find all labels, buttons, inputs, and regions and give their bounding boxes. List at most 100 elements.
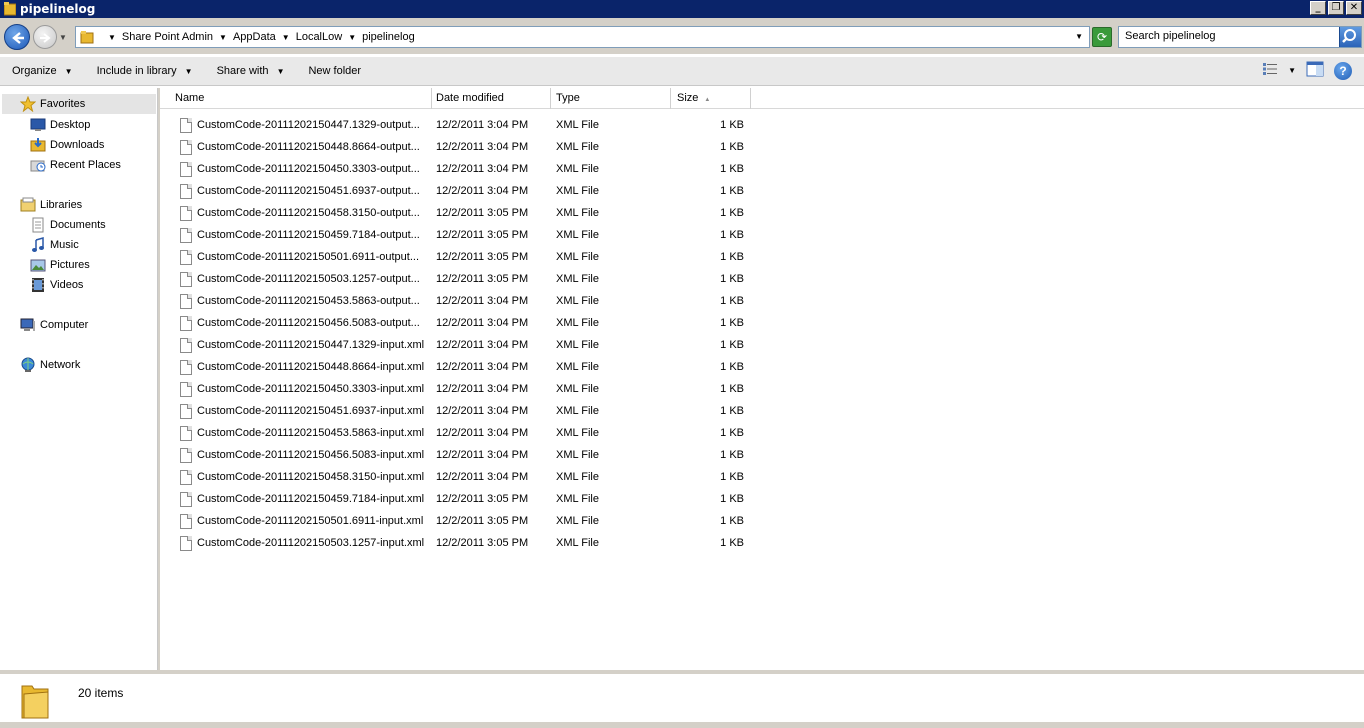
- forward-button[interactable]: [33, 25, 57, 49]
- nav-item-recent-places[interactable]: Recent Places: [30, 155, 121, 175]
- file-date-modified: 12/2/2011 3:04 PM: [436, 317, 529, 329]
- new-folder-label: New folder: [308, 65, 362, 77]
- documents-icon: [30, 217, 46, 233]
- refresh-button[interactable]: ⟳: [1092, 27, 1112, 47]
- close-button[interactable]: ✕: [1346, 1, 1362, 15]
- breadcrumb-item[interactable]: AppData: [233, 31, 276, 43]
- file-row[interactable]: CustomCode-20111202150456.5083-input.xml…: [160, 445, 760, 467]
- organize-button[interactable]: Organize ▼: [0, 57, 85, 85]
- nav-item-documents[interactable]: Documents: [30, 215, 106, 235]
- nav-item-downloads[interactable]: Downloads: [30, 135, 104, 155]
- file-name: CustomCode-20111202150448.8664-input.xml: [197, 361, 425, 373]
- nav-item-videos[interactable]: Videos: [30, 275, 83, 295]
- minimize-button[interactable]: _: [1310, 1, 1326, 15]
- navigation-bar: ▼ ▼ Share Point Admin ▼ AppData ▼ LocalL…: [0, 18, 1364, 54]
- file-row[interactable]: CustomCode-20111202150453.5863-output...…: [160, 291, 760, 313]
- file-row[interactable]: CustomCode-20111202150459.7184-output...…: [160, 225, 760, 247]
- file-row[interactable]: CustomCode-20111202150447.1329-output...…: [160, 115, 760, 137]
- folder-icon: [80, 30, 94, 44]
- videos-icon: [30, 277, 46, 293]
- share-with-button[interactable]: Share with ▼: [205, 57, 297, 85]
- nav-item-desktop[interactable]: Desktop: [30, 115, 90, 135]
- file-row[interactable]: CustomCode-20111202150451.6937-output...…: [160, 181, 760, 203]
- recent-places-icon: [30, 157, 46, 173]
- file-row[interactable]: CustomCode-20111202150501.6911-input.xml…: [160, 511, 760, 533]
- column-header-date-modified[interactable]: Date modified: [432, 88, 551, 109]
- help-icon[interactable]: ?: [1334, 61, 1352, 80]
- nav-item-computer[interactable]: Computer: [20, 315, 88, 335]
- address-bar[interactable]: ▼ Share Point Admin ▼ AppData ▼ LocalLow…: [75, 26, 1090, 48]
- column-date-label: Date modified: [436, 92, 504, 104]
- file-row[interactable]: CustomCode-20111202150451.6937-input.xml…: [160, 401, 760, 423]
- preview-pane-button[interactable]: [1306, 61, 1324, 80]
- file-row[interactable]: CustomCode-20111202150501.6911-output...…: [160, 247, 760, 269]
- nav-item-favorites[interactable]: Favorites: [2, 94, 156, 114]
- chevron-down-icon[interactable]: ▼: [219, 33, 227, 42]
- downloads-icon: [30, 137, 46, 153]
- breadcrumb-item[interactable]: LocalLow: [296, 31, 342, 43]
- file-size: 1 KB: [720, 427, 744, 439]
- bottom-border: [0, 722, 1364, 728]
- file-date-modified: 12/2/2011 3:04 PM: [436, 427, 529, 439]
- file-type: XML File: [556, 295, 599, 307]
- view-options-dropdown-icon[interactable]: ▼: [1288, 66, 1296, 75]
- nav-item-libraries[interactable]: Libraries: [20, 195, 82, 215]
- file-name: CustomCode-20111202150450.3303-input.xml: [197, 383, 425, 395]
- file-type: XML File: [556, 251, 599, 263]
- file-row[interactable]: CustomCode-20111202150450.3303-input.xml…: [160, 379, 760, 401]
- nav-item-pictures[interactable]: Pictures: [30, 255, 90, 275]
- file-date-modified: 12/2/2011 3:04 PM: [436, 471, 529, 483]
- maximize-button[interactable]: ❐: [1328, 1, 1344, 15]
- nav-item-network[interactable]: Network: [20, 355, 80, 375]
- file-date-modified: 12/2/2011 3:05 PM: [436, 537, 529, 549]
- file-date-modified: 12/2/2011 3:04 PM: [436, 185, 529, 197]
- file-row[interactable]: CustomCode-20111202150453.5863-input.xml…: [160, 423, 760, 445]
- title-bar[interactable]: pipelinelog _ ❐ ✕: [0, 0, 1364, 18]
- file-size: 1 KB: [720, 339, 744, 351]
- nav-item-music[interactable]: Music: [30, 235, 79, 255]
- chevron-down-icon: ▼: [184, 66, 193, 76]
- recent-pages-dropdown-icon[interactable]: ▼: [59, 33, 67, 42]
- file-row[interactable]: CustomCode-20111202150459.7184-input.xml…: [160, 489, 760, 511]
- breadcrumb-item[interactable]: pipelinelog: [362, 31, 415, 43]
- file-name: CustomCode-20111202150458.3150-input.xml: [197, 471, 425, 483]
- xml-file-icon: [180, 250, 192, 265]
- search-input[interactable]: [1125, 30, 1335, 42]
- file-name: CustomCode-20111202150453.5863-input.xml: [197, 427, 425, 439]
- file-row[interactable]: CustomCode-20111202150503.1257-input.xml…: [160, 533, 760, 555]
- change-view-button[interactable]: [1262, 62, 1278, 79]
- breadcrumb-item[interactable]: Share Point Admin: [122, 31, 213, 43]
- new-folder-button[interactable]: New folder: [296, 57, 373, 85]
- file-size: 1 KB: [720, 471, 744, 483]
- file-row[interactable]: CustomCode-20111202150503.1257-output...…: [160, 269, 760, 291]
- address-history-dropdown-icon[interactable]: ▼: [1075, 32, 1083, 41]
- column-header-name[interactable]: Name: [160, 88, 432, 109]
- column-header-size[interactable]: Size ▲: [671, 88, 751, 109]
- file-row[interactable]: CustomCode-20111202150458.3150-input.xml…: [160, 467, 760, 489]
- chevron-down-icon[interactable]: ▼: [282, 33, 290, 42]
- search-button[interactable]: [1339, 27, 1361, 47]
- file-size: 1 KB: [720, 449, 744, 461]
- file-row[interactable]: CustomCode-20111202150448.8664-input.xml…: [160, 357, 760, 379]
- file-type: XML File: [556, 163, 599, 175]
- chevron-down-icon[interactable]: ▼: [108, 33, 116, 42]
- music-icon: [30, 237, 46, 253]
- file-type: XML File: [556, 317, 599, 329]
- file-row[interactable]: CustomCode-20111202150448.8664-output...…: [160, 137, 760, 159]
- file-size: 1 KB: [720, 185, 744, 197]
- xml-file-icon: [180, 272, 192, 287]
- file-type: XML File: [556, 537, 599, 549]
- column-header-type[interactable]: Type: [551, 88, 671, 109]
- chevron-down-icon[interactable]: ▼: [348, 33, 356, 42]
- file-row[interactable]: CustomCode-20111202150456.5083-output...…: [160, 313, 760, 335]
- preview-pane-icon: [1306, 61, 1324, 77]
- back-button[interactable]: [4, 24, 30, 50]
- file-type: XML File: [556, 449, 599, 461]
- xml-file-icon: [180, 118, 192, 133]
- file-row[interactable]: CustomCode-20111202150447.1329-input.xml…: [160, 335, 760, 357]
- include-in-library-button[interactable]: Include in library ▼: [85, 57, 205, 85]
- file-row[interactable]: CustomCode-20111202150450.3303-output...…: [160, 159, 760, 181]
- file-row[interactable]: CustomCode-20111202150458.3150-output...…: [160, 203, 760, 225]
- file-name: CustomCode-20111202150456.5083-input.xml: [197, 449, 425, 461]
- search-box[interactable]: [1118, 26, 1362, 48]
